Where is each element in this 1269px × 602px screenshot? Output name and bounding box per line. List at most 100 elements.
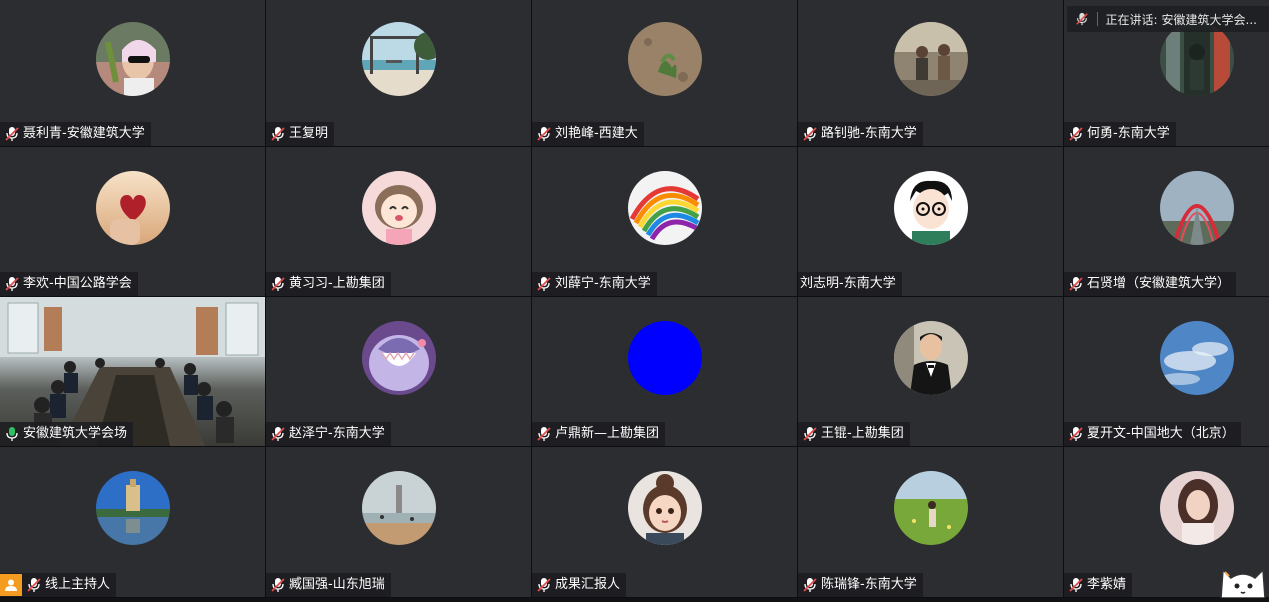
participant-name: 李欢-中国公路学会 bbox=[23, 272, 132, 296]
participant-name-tag: 刘薛宁-东南大学 bbox=[532, 272, 657, 296]
participant-name: 臧国强-山东旭瑞 bbox=[289, 573, 385, 597]
participant-name: 刘薛宁-东南大学 bbox=[555, 272, 651, 296]
participant-tile[interactable]: 王复明 bbox=[266, 0, 531, 146]
participant-name: 陈瑞锋-东南大学 bbox=[821, 573, 917, 597]
participant-name-tag: 刘志明-东南大学 bbox=[798, 272, 902, 296]
participant-tile[interactable]: 线上主持人 bbox=[0, 447, 265, 597]
muted-mic-icon bbox=[26, 577, 42, 593]
participant-name: 刘艳峰-西建大 bbox=[555, 122, 638, 146]
participant-name: 黄习习-上勘集团 bbox=[289, 272, 385, 296]
participant-tile[interactable]: 臧国强-山东旭瑞 bbox=[266, 447, 531, 597]
speaking-prefix: 正在讲话: bbox=[1106, 11, 1158, 28]
muted-mic-icon bbox=[4, 126, 20, 142]
participant-name: 成果汇报人 bbox=[555, 573, 620, 597]
speaking-indicator: 正在讲话: 安徽建筑大学会... bbox=[1067, 6, 1269, 32]
participant-name: 路钊驰-东南大学 bbox=[821, 122, 917, 146]
participant-name-tag: 黄习习-上勘集团 bbox=[266, 272, 391, 296]
plant-ground-avatar bbox=[628, 22, 702, 96]
participant-name-tag: 安徽建筑大学会场 bbox=[0, 422, 133, 446]
muted-mic-icon bbox=[536, 426, 552, 442]
participant-name: 线上主持人 bbox=[45, 573, 110, 597]
muted-mic-icon bbox=[802, 126, 818, 142]
participant-name-tag: 王复明 bbox=[266, 122, 334, 146]
participant-name-tag: 夏开文-中国地大（北京） bbox=[1064, 422, 1241, 446]
participant-name: 夏开文-中国地大（北京） bbox=[1087, 422, 1235, 446]
muted-mic-icon bbox=[270, 126, 286, 142]
participant-tile[interactable]: 刘薛宁-东南大学 bbox=[532, 147, 797, 296]
participant-name: 何勇-东南大学 bbox=[1087, 122, 1170, 146]
participant-name: 王复明 bbox=[289, 122, 328, 146]
participant-name-tag: 臧国强-山东旭瑞 bbox=[266, 573, 391, 597]
portrait-girl-avatar bbox=[1160, 471, 1234, 545]
participant-name-tag: 线上主持人 bbox=[0, 573, 116, 597]
participant-name: 卢鼎新—上勘集团 bbox=[555, 422, 659, 446]
heart-sunset-avatar bbox=[96, 171, 170, 245]
participant-tile[interactable]: 夏开文-中国地大（北京） bbox=[1064, 297, 1269, 446]
participant-name: 赵泽宁-东南大学 bbox=[289, 422, 385, 446]
cartoon-girl-avatar bbox=[362, 171, 436, 245]
participant-name-tag: 李紫婧 bbox=[1064, 573, 1132, 597]
man-in-suit-avatar bbox=[894, 321, 968, 395]
cartoon-girl-hairbun-avatar bbox=[628, 471, 702, 545]
participant-tile[interactable]: 聂利青-安徽建筑大学 bbox=[0, 0, 265, 146]
participant-name: 石贤增（安徽建筑大学） bbox=[1087, 272, 1230, 296]
participant-name-tag: 卢鼎新—上勘集团 bbox=[532, 422, 665, 446]
muted-mic-icon bbox=[536, 577, 552, 593]
meadow-person-avatar bbox=[894, 471, 968, 545]
active-mic-icon bbox=[4, 426, 20, 442]
beach-swing-avatar bbox=[362, 22, 436, 96]
rainbow-drawing-avatar bbox=[628, 171, 702, 245]
participant-tile[interactable]: 路钊驰-东南大学 bbox=[798, 0, 1063, 146]
blue-circle-avatar bbox=[628, 321, 702, 395]
participant-name-tag: 路钊驰-东南大学 bbox=[798, 122, 923, 146]
participant-name-tag: 石贤增（安徽建筑大学） bbox=[1064, 272, 1236, 296]
participant-tile[interactable]: 成果汇报人 bbox=[532, 447, 797, 597]
participant-name-tag: 王锟-上勘集团 bbox=[798, 422, 910, 446]
participant-tile[interactable]: 刘艳峰-西建大 bbox=[532, 0, 797, 146]
participant-tile[interactable]: 王锟-上勘集团 bbox=[798, 297, 1063, 446]
street-musicians-avatar bbox=[894, 22, 968, 96]
shark-cartoon-avatar bbox=[362, 321, 436, 395]
participant-tile[interactable]: 李欢-中国公路学会 bbox=[0, 147, 265, 296]
muted-mic-icon bbox=[536, 126, 552, 142]
participant-name-tag: 成果汇报人 bbox=[532, 573, 626, 597]
participant-name: 刘志明-东南大学 bbox=[800, 272, 896, 296]
city-person-avatar bbox=[1160, 22, 1234, 96]
muted-mic-icon bbox=[802, 577, 818, 593]
muted-mic-icon bbox=[802, 426, 818, 442]
participant-name: 聂利青-安徽建筑大学 bbox=[23, 122, 145, 146]
beach-tower-avatar bbox=[362, 471, 436, 545]
participant-name-tag: 李欢-中国公路学会 bbox=[0, 272, 138, 296]
muted-mic-icon bbox=[1068, 426, 1084, 442]
muted-mic-icon bbox=[4, 276, 20, 292]
participant-grid: 聂利青-安徽建筑大学 王复明 刘艳峰-西建大 路钊驰-东南大学 bbox=[0, 0, 1269, 598]
participant-name-tag: 刘艳峰-西建大 bbox=[532, 122, 644, 146]
participant-tile[interactable]: 卢鼎新—上勘集团 bbox=[532, 297, 797, 446]
cartoon-glasses-boy-avatar bbox=[894, 171, 968, 245]
divider bbox=[1097, 12, 1098, 26]
host-icon bbox=[0, 574, 22, 596]
participant-name: 安徽建筑大学会场 bbox=[23, 422, 127, 446]
muted-mic-icon bbox=[1068, 126, 1084, 142]
muted-mic-icon bbox=[270, 426, 286, 442]
participant-name: 王锟-上勘集团 bbox=[821, 422, 904, 446]
muted-mic-icon bbox=[1068, 577, 1084, 593]
participant-tile[interactable]: 黄习习-上勘集团 bbox=[266, 147, 531, 296]
muted-mic-icon bbox=[270, 276, 286, 292]
selfie-avatar bbox=[96, 22, 170, 96]
lakeside-tower-avatar bbox=[96, 471, 170, 545]
participant-tile[interactable]: 陈瑞锋-东南大学 bbox=[798, 447, 1063, 597]
muted-mic-icon bbox=[1068, 276, 1084, 292]
participant-tile[interactable]: 赵泽宁-东南大学 bbox=[266, 297, 531, 446]
participant-name-tag: 聂利青-安徽建筑大学 bbox=[0, 122, 151, 146]
participant-name-tag: 何勇-东南大学 bbox=[1064, 122, 1176, 146]
participant-tile[interactable]: 石贤增（安徽建筑大学） bbox=[1064, 147, 1269, 296]
participant-name: 李紫婧 bbox=[1087, 573, 1126, 597]
blue-sky-avatar bbox=[1160, 321, 1234, 395]
muted-mic-icon bbox=[1075, 12, 1089, 26]
cat-mascot-icon[interactable] bbox=[1217, 554, 1269, 598]
speaking-name: 安徽建筑大学会... bbox=[1162, 11, 1257, 28]
muted-mic-icon bbox=[536, 276, 552, 292]
participant-tile-active-video[interactable]: 安徽建筑大学会场 bbox=[0, 297, 265, 446]
participant-tile[interactable]: 刘志明-东南大学 bbox=[798, 147, 1063, 296]
